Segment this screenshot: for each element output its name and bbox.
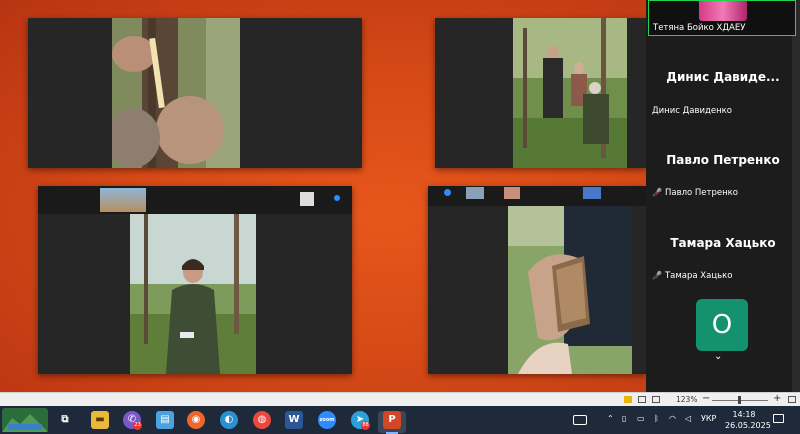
fit-to-window-icon[interactable] (788, 396, 796, 403)
gallery-video-thumbnail (504, 187, 520, 199)
zoom-gallery-strip (428, 186, 646, 206)
reading-view-icon[interactable] (652, 396, 660, 403)
task-view-icon[interactable]: ⧉ (56, 411, 74, 429)
zoom-in-button[interactable]: + (773, 393, 781, 404)
photo-tree-measure (112, 18, 240, 168)
clock-date: 26.05.2025 (725, 421, 771, 430)
edge-icon[interactable]: ◐ (220, 411, 238, 429)
mic-muted-icon: 🎤̸ (652, 271, 662, 280)
photo-wood-sample (508, 206, 632, 374)
zoom-status-dot (334, 195, 340, 201)
photo-forester-woman (130, 214, 256, 374)
viber-notification-badge: 23 (133, 421, 142, 430)
telegram-notification-badge: 88 (361, 421, 370, 430)
participant-2-name-label: 🎤̸ Павло Петренко (652, 188, 739, 198)
powerpoint-icon[interactable]: P (383, 411, 401, 429)
file-explorer-icon[interactable]: ▬ (91, 411, 109, 429)
chrome-icon[interactable]: ◍ (253, 411, 271, 429)
participant-1-big-name: Динис Давиде... (666, 70, 780, 84)
gallery-video-thumbnail (100, 188, 146, 212)
slide-screenshot-forest-group (435, 18, 647, 168)
slide-screenshot-zoom-wood-sample (428, 186, 646, 374)
phone-link-icon[interactable]: ▯ (622, 414, 626, 423)
zoom-out-button[interactable]: − (702, 393, 710, 404)
weather-widget-icon[interactable] (2, 408, 48, 432)
self-video-tile[interactable]: Тетяна Бойко ХДАЕУ (648, 0, 796, 36)
chevron-up-icon[interactable]: ⌃ (607, 414, 614, 423)
self-name-label: Тетяна Бойко ХДАЕУ (653, 23, 746, 33)
word-icon[interactable]: W (285, 411, 303, 429)
system-clock[interactable]: 14:18 26.05.2025 (725, 409, 771, 431)
gallery-avatar-thumbnail (300, 192, 314, 206)
chevron-down-icon[interactable]: ⌄ (714, 351, 722, 362)
bluetooth-icon[interactable]: ᛒ (654, 414, 659, 423)
participant-2-big-name: Павло Петренко (666, 153, 780, 167)
photo-forest-group (513, 18, 627, 168)
notifications-icon[interactable] (773, 414, 784, 423)
participant-3-name-label: 🎤̸ Тамара Хацько (652, 271, 733, 281)
firefox-icon[interactable]: ◉ (187, 411, 205, 429)
panel-scrollbar[interactable] (792, 0, 800, 392)
zoom-level[interactable]: 123% (676, 395, 697, 404)
notification-area-icon[interactable] (573, 415, 587, 425)
self-video-thumbnail (699, 1, 747, 21)
zoom-gallery-strip (38, 186, 352, 214)
normal-view-icon[interactable] (624, 396, 632, 403)
participant-1-name-label: Динис Давиденко (652, 106, 733, 116)
participant-3-big-name: Тамара Хацько (670, 236, 776, 250)
folder-sync-icon[interactable]: ▤ (156, 411, 174, 429)
zoom-status-dot (444, 189, 451, 196)
participant-initial-avatar[interactable]: О (696, 299, 748, 351)
windows-taskbar: ⧉ ▬ ✆ 23 ▤ ◉ ◐ ◍ W zoom ➤ 88 P ⌃ ▯ ▭ ᛒ ◠… (0, 406, 800, 434)
gallery-video-thumbnail (466, 187, 484, 199)
clock-time: 14:18 (732, 410, 756, 419)
zoom-slider-thumb[interactable] (738, 396, 741, 404)
presentation-slide (0, 0, 647, 392)
keyboard-layout[interactable]: УКР (701, 414, 716, 423)
wifi-icon[interactable]: ◠ (669, 414, 676, 423)
slide-screenshot-zoom-forester (38, 186, 352, 374)
mic-muted-icon: 🎤̸ (652, 188, 662, 197)
powerpoint-status-bar: 123% − + (0, 392, 800, 407)
gallery-video-thumbnail (583, 187, 601, 199)
battery-icon[interactable]: ▭ (637, 414, 645, 423)
volume-icon[interactable]: ◁ (685, 414, 691, 423)
slide-sorter-icon[interactable] (638, 396, 646, 403)
zoom-icon[interactable]: zoom (318, 411, 336, 429)
slide-screenshot-tree-measure (28, 18, 362, 168)
